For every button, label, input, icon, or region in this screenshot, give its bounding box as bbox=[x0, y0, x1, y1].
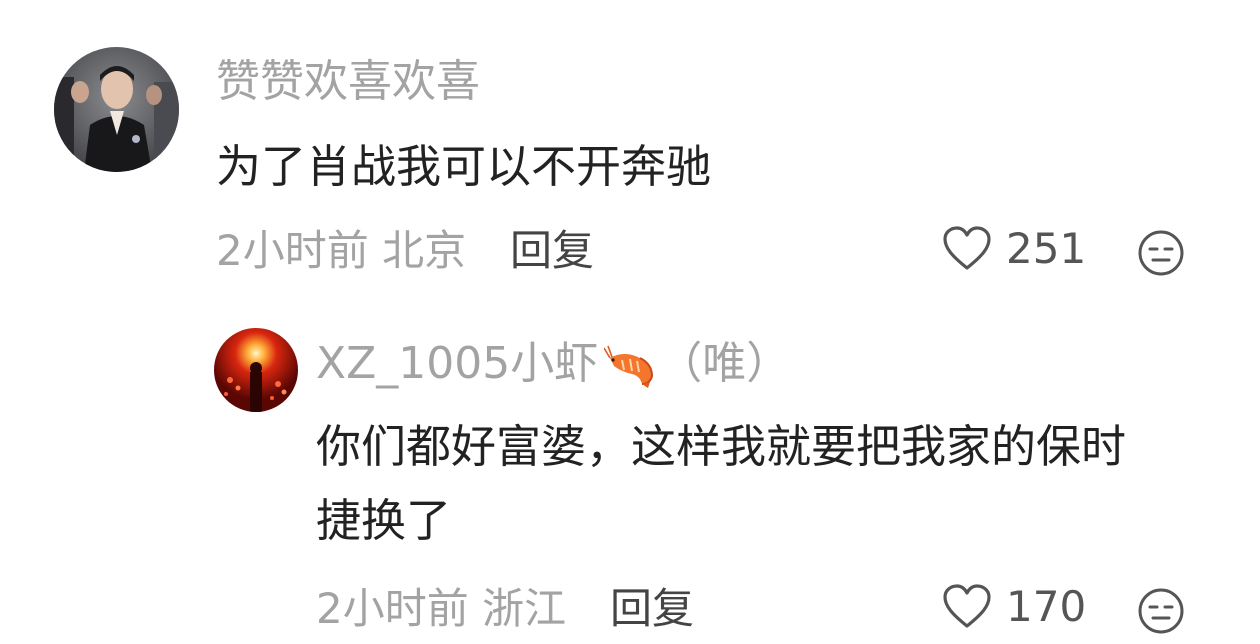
reply-button[interactable]: 回复 bbox=[610, 588, 694, 630]
neutral-face-icon bbox=[1138, 230, 1184, 276]
reply-button[interactable]: 回复 bbox=[510, 230, 594, 272]
comment-location: 北京 bbox=[382, 226, 467, 275]
avatar[interactable] bbox=[214, 328, 298, 412]
user-avatar-photo-icon bbox=[54, 47, 179, 172]
like-count: 251 bbox=[1006, 224, 1087, 273]
comment-thread: 赞赞欢喜欢喜 为了肖战我可以不开奔驰 2小时前 北京 回复 251 XZ_100… bbox=[0, 0, 1260, 644]
dislike-button[interactable] bbox=[1136, 586, 1186, 640]
user-avatar-red-lights-icon bbox=[214, 328, 298, 412]
comment-text: 为了肖战我可以不开奔驰 bbox=[216, 130, 711, 204]
heart-outline-icon bbox=[943, 226, 991, 270]
comment-location: 浙江 bbox=[482, 584, 567, 633]
neutral-face-icon bbox=[1138, 588, 1184, 634]
comment-text-line: 捷换了 bbox=[316, 494, 452, 547]
avatar[interactable] bbox=[54, 47, 179, 172]
comment-meta: 2小时前 北京 bbox=[216, 230, 466, 272]
comment-time: 2小时前 bbox=[216, 226, 369, 275]
comment-username[interactable]: XZ_1005小虾 （唯） bbox=[316, 342, 790, 388]
shrimp-icon bbox=[604, 345, 654, 388]
comment-text-line: 为了肖战我可以不开奔驰 bbox=[216, 140, 712, 193]
like-count: 170 bbox=[1006, 582, 1087, 631]
comment-username[interactable]: 赞赞欢喜欢喜 bbox=[216, 60, 480, 104]
dislike-button[interactable] bbox=[1136, 228, 1186, 282]
like-button[interactable]: 251 bbox=[942, 226, 1086, 272]
like-button[interactable]: 170 bbox=[942, 584, 1086, 630]
comment-text-line: 你们都好富婆，这样我就要把我家的保时 bbox=[316, 420, 1127, 473]
comment-text: 你们都好富婆，这样我就要把我家的保时 捷换了 bbox=[316, 410, 1126, 558]
comment-username-text: XZ_1005小虾 bbox=[316, 338, 599, 389]
comment-time: 2小时前 bbox=[316, 584, 469, 633]
comment-meta: 2小时前 浙江 bbox=[316, 588, 566, 630]
comment-username-suffix: （唯） bbox=[658, 338, 791, 389]
heart-outline-icon bbox=[943, 584, 991, 628]
